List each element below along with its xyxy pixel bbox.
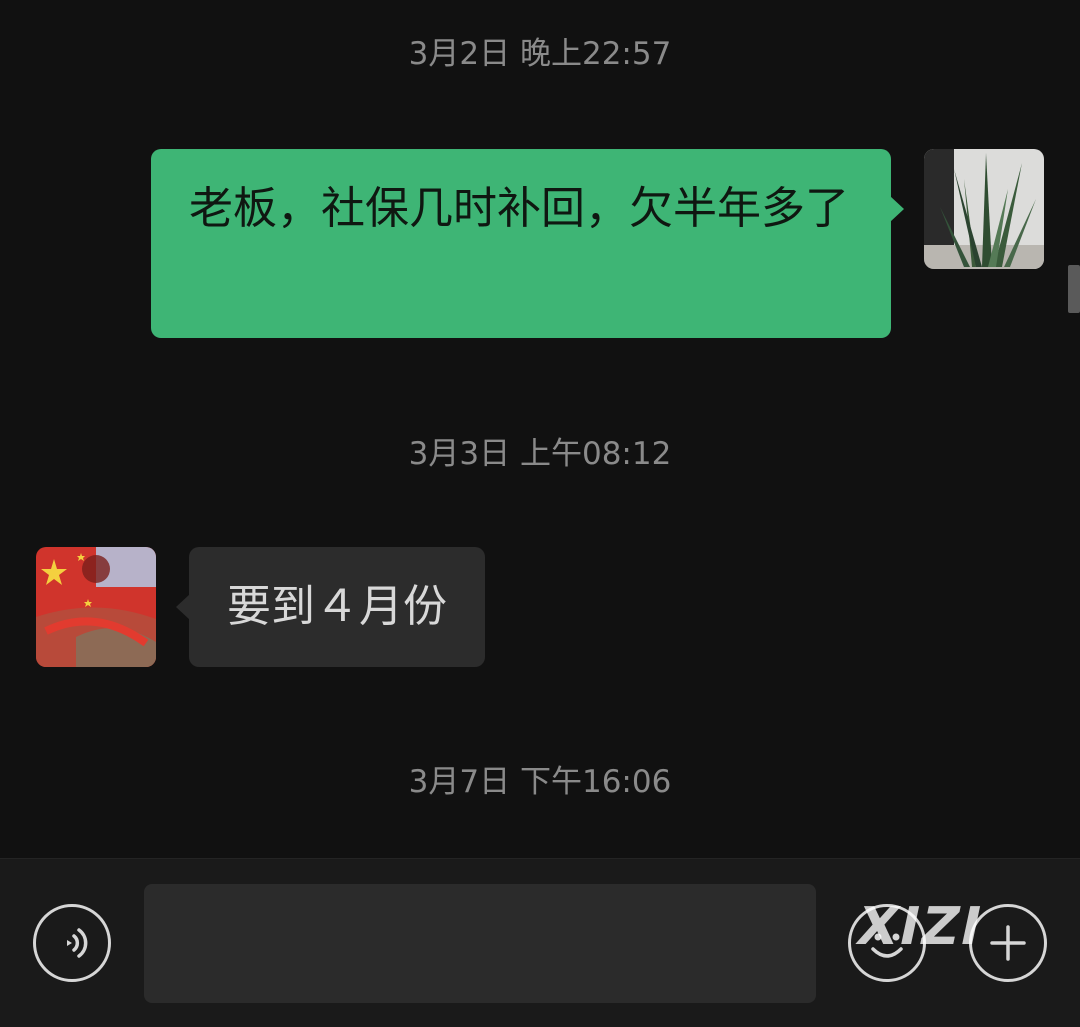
flag-landscape-photo	[36, 547, 156, 667]
chat-input-bar	[0, 858, 1080, 1027]
voice-waves-icon	[67, 928, 88, 958]
snake-plant-photo	[924, 149, 1044, 269]
message-timestamp: 3月7日 下午16:06	[408, 764, 672, 800]
scrollbar-thumb[interactable]	[1068, 265, 1080, 313]
message-timestamp: 3月3日 上午08:12	[408, 436, 672, 472]
message-text-input[interactable]	[144, 884, 816, 1003]
more-options-button[interactable]	[969, 904, 1047, 982]
incoming-message-bubble[interactable]: 要到４月份	[176, 547, 485, 667]
chat-message-list[interactable]: 3月2日 晚上22:57 老板，社保几时补回，欠半年多了 3月3日 上午08:1…	[0, 0, 1080, 858]
message-timestamp: 3月2日 晚上22:57	[408, 36, 672, 72]
contact-avatar[interactable]	[36, 547, 156, 667]
plus-icon	[990, 925, 1026, 961]
my-avatar[interactable]	[924, 149, 1044, 269]
voice-input-button[interactable]	[33, 904, 111, 982]
smiley-face-icon	[871, 933, 903, 958]
emoji-button[interactable]	[848, 904, 926, 982]
outgoing-message-bubble[interactable]: 老板，社保几时补回，欠半年多了	[151, 149, 904, 338]
